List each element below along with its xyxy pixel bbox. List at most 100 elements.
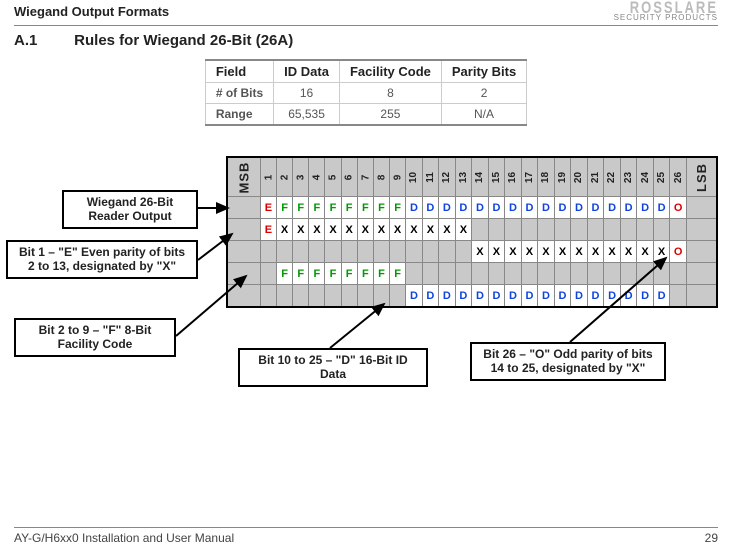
row3-bit2	[277, 241, 293, 263]
row3-bit3	[293, 241, 309, 263]
row2-bit3: X	[293, 219, 309, 241]
row1-bit9: F	[390, 197, 406, 219]
row2-bit9: X	[390, 219, 406, 241]
row-bits-id: 16	[274, 82, 340, 103]
row-bits-label: # of Bits	[205, 82, 273, 103]
callout-reader-output: Wiegand 26-Bit Reader Output	[62, 190, 198, 230]
row1-bit15: D	[488, 197, 505, 219]
bit-header-12: 12	[439, 157, 456, 197]
row3-bit26: O	[670, 241, 687, 263]
row3-bit9	[390, 241, 406, 263]
row3-bit20: X	[571, 241, 588, 263]
row-bits-fac: 8	[339, 82, 441, 103]
row1-bit6: F	[341, 197, 357, 219]
row5-bit13: D	[455, 285, 472, 307]
row3-bit7	[357, 241, 373, 263]
row1-bit24: D	[637, 197, 654, 219]
row4-bit7: F	[357, 263, 373, 285]
bit-header-2: 2	[277, 157, 293, 197]
callout-even-parity: Bit 1 – "E" Even parity of bits 2 to 13,…	[6, 240, 198, 280]
row1-bit22: D	[604, 197, 621, 219]
field-table: Field ID Data Facility Code Parity Bits …	[205, 59, 527, 126]
brand-block: ROSSLARE SECURITY PRODUCTS	[614, 2, 718, 21]
row3-bit5	[325, 241, 341, 263]
bit-header-16: 16	[505, 157, 522, 197]
row4-lead	[227, 263, 260, 285]
row1-lead	[227, 197, 260, 219]
row4-bit18	[538, 263, 555, 285]
row4-bit25	[653, 263, 670, 285]
row3-bit21: X	[587, 241, 604, 263]
row1-bit11: D	[422, 197, 438, 219]
row4-bit12	[439, 263, 456, 285]
row4-bit21	[587, 263, 604, 285]
row1-bit17: D	[521, 197, 538, 219]
bit-header-22: 22	[604, 157, 621, 197]
row4-bit3: F	[293, 263, 309, 285]
row3-bit24: X	[637, 241, 654, 263]
wiegand-diagram: MSB 123456789101112131415161718192021222…	[14, 146, 718, 426]
row-range-label: Range	[205, 103, 273, 125]
callout-odd-parity: Bit 26 – "O" Odd parity of bits 14 to 25…	[470, 342, 666, 382]
th-iddata: ID Data	[274, 60, 340, 83]
row5-bit21: D	[587, 285, 604, 307]
row1-bit18: D	[538, 197, 555, 219]
row-range-par: N/A	[441, 103, 526, 125]
row3-bit19: X	[554, 241, 571, 263]
th-parity: Parity Bits	[441, 60, 526, 83]
row4-bit4: F	[309, 263, 325, 285]
bit-header-8: 8	[373, 157, 389, 197]
row-range-id: 65,535	[274, 103, 340, 125]
row5-bit9	[390, 285, 406, 307]
row3-bit15: X	[488, 241, 505, 263]
row4-bit17	[521, 263, 538, 285]
row5-bit22: D	[604, 285, 621, 307]
row2-bit17	[521, 219, 538, 241]
row1-bit1: E	[260, 197, 276, 219]
row-bits-par: 2	[441, 82, 526, 103]
row1-bit21: D	[587, 197, 604, 219]
row3-bit13	[455, 241, 472, 263]
row2-bit11: X	[422, 219, 438, 241]
row5-bit7	[357, 285, 373, 307]
row4-tail	[686, 263, 717, 285]
row2-bit21	[587, 219, 604, 241]
section-number: A.1	[14, 32, 70, 49]
row3-bit12	[439, 241, 456, 263]
row5-bit6	[341, 285, 357, 307]
row4-bit14	[472, 263, 489, 285]
row4-bit6: F	[341, 263, 357, 285]
row-range-fac: 255	[339, 103, 441, 125]
section-heading: A.1 Rules for Wiegand 26-Bit (26A)	[14, 32, 718, 49]
lsb-cell: LSB	[686, 157, 717, 197]
row5-bit12: D	[439, 285, 456, 307]
row2-bit26	[670, 219, 687, 241]
row5-bit23: D	[620, 285, 637, 307]
bit-header-3: 3	[293, 157, 309, 197]
row4-bit1	[260, 263, 276, 285]
footer-left: AY-G/H6xx0 Installation and User Manual	[14, 531, 234, 545]
row2-bit18	[538, 219, 555, 241]
bit-header-9: 9	[390, 157, 406, 197]
row3-bit23: X	[620, 241, 637, 263]
row3-bit22: X	[604, 241, 621, 263]
row5-lead	[227, 285, 260, 307]
row5-bit19: D	[554, 285, 571, 307]
row2-bit7: X	[357, 219, 373, 241]
row1-bit13: D	[455, 197, 472, 219]
bit-header-17: 17	[521, 157, 538, 197]
msb-cell: MSB	[227, 157, 260, 197]
row5-bit3	[293, 285, 309, 307]
callout-id-data: Bit 10 to 25 – "D" 16-Bit ID Data	[238, 348, 428, 388]
bit-header-20: 20	[571, 157, 588, 197]
row3-bit18: X	[538, 241, 555, 263]
row1-bit7: F	[357, 197, 373, 219]
row2-bit16	[505, 219, 522, 241]
bit-header-24: 24	[637, 157, 654, 197]
footer-right: 29	[705, 531, 718, 545]
row4-bit8: F	[373, 263, 389, 285]
page-header-left: Wiegand Output Formats	[14, 4, 169, 19]
bit-header-19: 19	[554, 157, 571, 197]
row5-bit10: D	[406, 285, 423, 307]
row2-bit8: X	[373, 219, 389, 241]
